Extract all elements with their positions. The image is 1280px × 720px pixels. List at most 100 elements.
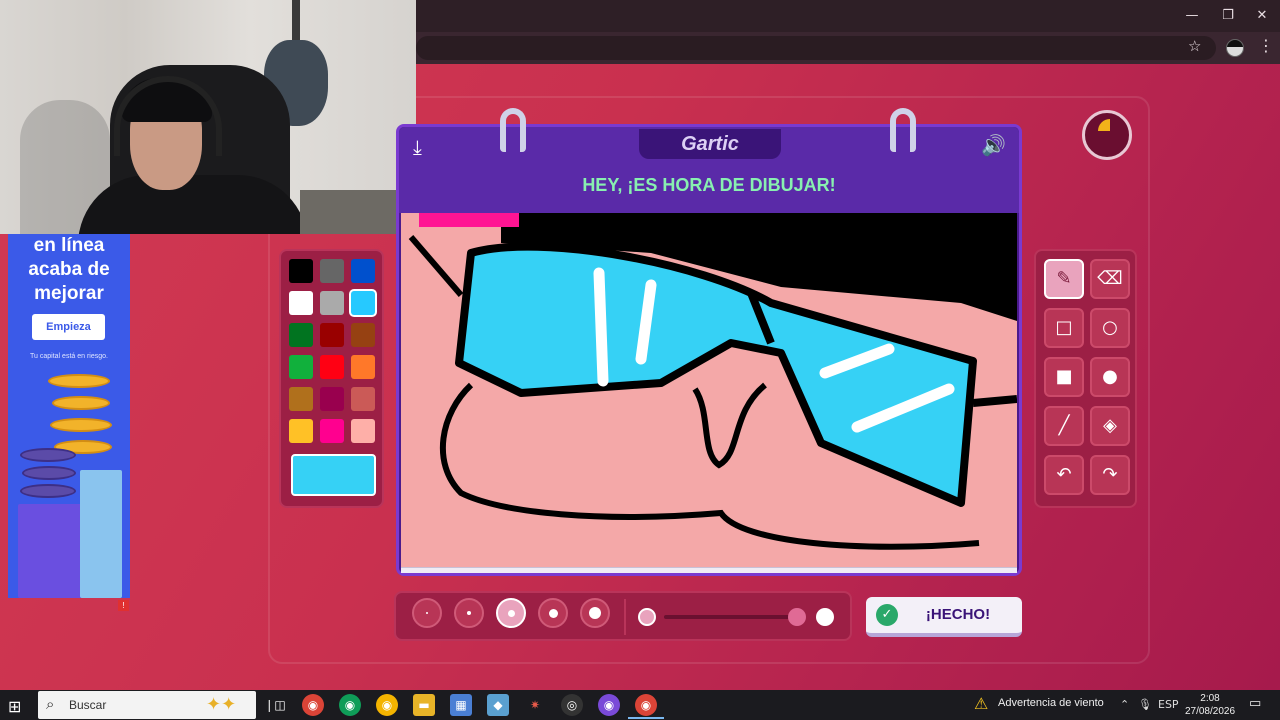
ad-illustration-bar bbox=[18, 504, 82, 598]
clock-date: 27/08/2026 bbox=[1184, 706, 1236, 717]
controls-divider bbox=[624, 599, 626, 635]
system-clock[interactable]: 2:08 27/08/2026 bbox=[1180, 692, 1240, 718]
timer-progress bbox=[1098, 119, 1110, 131]
ellipse-outline-tool-button[interactable]: ○ bbox=[1090, 308, 1130, 348]
color-swatch[interactable] bbox=[289, 419, 313, 443]
brush-controls bbox=[394, 591, 852, 641]
windows-start-icon[interactable]: ⊞ bbox=[8, 697, 21, 716]
brush-size-button[interactable] bbox=[496, 598, 526, 628]
color-swatch[interactable] bbox=[320, 387, 344, 411]
brush-size-dot bbox=[467, 611, 471, 615]
language-indicator[interactable]: ESP bbox=[1158, 698, 1179, 711]
color-swatch[interactable] bbox=[351, 355, 375, 379]
color-swatch[interactable] bbox=[289, 355, 313, 379]
ad-title-line: en línea bbox=[33, 235, 105, 256]
rectangle-filled-tool-button[interactable]: ■ bbox=[1044, 357, 1084, 397]
brush-size-button[interactable] bbox=[538, 598, 568, 628]
color-swatch[interactable] bbox=[289, 323, 313, 347]
profile-avatar[interactable] bbox=[1226, 39, 1244, 57]
color-swatch[interactable] bbox=[351, 259, 375, 283]
coin-icon bbox=[22, 466, 76, 480]
color-swatch[interactable] bbox=[289, 259, 313, 283]
taskbar: ⊞ ⌕ Buscar ✦✦ ❘◫ ◉ ◉ ◉ ▬ ▦ ◆ ✷ ◎ ◉ ◉ ⚠ A… bbox=[0, 690, 1280, 720]
restore-button[interactable]: ❐ bbox=[1214, 6, 1242, 26]
ad-cta-button[interactable]: Empieza bbox=[32, 314, 105, 340]
search-icon: ⌕ bbox=[46, 695, 55, 713]
download-icon[interactable]: ⤓ bbox=[413, 135, 437, 159]
color-swatch[interactable] bbox=[320, 419, 344, 443]
active-app-indicator bbox=[628, 717, 664, 719]
pink-stroke bbox=[419, 213, 519, 227]
line-tool-button[interactable]: ╱ bbox=[1044, 406, 1084, 446]
weather-text[interactable]: Advertencia de viento bbox=[998, 697, 1104, 709]
microphone-icon[interactable]: 🎙 bbox=[1138, 698, 1152, 711]
notebook-ring bbox=[890, 108, 916, 152]
fill-bucket-tool-button[interactable]: ◈ bbox=[1090, 406, 1130, 446]
warning-icon: ⚠ bbox=[974, 694, 989, 713]
brush-size-button[interactable] bbox=[454, 598, 484, 628]
tool-panel: ✎ ⌫ □ ○ ■ ● ╱ ◈ ↶ ↷ bbox=[1034, 249, 1137, 508]
brush-size-group bbox=[402, 598, 616, 634]
browser-menu-icon[interactable]: ⋮ bbox=[1258, 36, 1274, 55]
undo-button[interactable]: ↶ bbox=[1044, 455, 1084, 495]
done-button[interactable]: ✓ ¡HECHO! bbox=[866, 597, 1022, 637]
calculator-icon[interactable]: ▦ bbox=[450, 694, 472, 716]
check-icon: ✓ bbox=[876, 604, 898, 626]
ellipse-filled-tool-button[interactable]: ● bbox=[1090, 357, 1130, 397]
chrome-icon[interactable]: ◉ bbox=[339, 694, 361, 716]
color-swatch[interactable] bbox=[320, 291, 344, 315]
coin-icon bbox=[48, 374, 110, 388]
pencil-tool-button[interactable]: ✎ bbox=[1044, 259, 1084, 299]
address-bar[interactable] bbox=[416, 36, 1216, 60]
ad-title-line: acaba de bbox=[28, 259, 110, 280]
color-swatch[interactable] bbox=[289, 291, 313, 315]
color-swatch[interactable] bbox=[289, 387, 313, 411]
drawing-canvas[interactable] bbox=[401, 213, 1017, 567]
coin-icon bbox=[52, 396, 110, 410]
rectangle-outline-tool-button[interactable]: □ bbox=[1044, 308, 1084, 348]
brush-size-button[interactable] bbox=[580, 598, 610, 628]
opacity-max-knob[interactable] bbox=[816, 608, 834, 626]
color-swatch[interactable] bbox=[320, 323, 344, 347]
file-explorer-icon[interactable]: ▬ bbox=[413, 694, 435, 716]
app-icon[interactable]: ◆ bbox=[487, 694, 509, 716]
sound-icon[interactable]: 🔊 bbox=[981, 133, 1009, 159]
glasses-arm bbox=[972, 395, 1017, 407]
redo-button[interactable]: ↷ bbox=[1090, 455, 1130, 495]
tray-chevron-icon[interactable]: ⌃ bbox=[1120, 698, 1129, 711]
app-icon[interactable]: ◉ bbox=[598, 694, 620, 716]
taskbar-search[interactable]: ⌕ Buscar ✦✦ bbox=[38, 691, 256, 719]
brush-size-dot bbox=[548, 608, 558, 618]
chrome-icon[interactable]: ◉ bbox=[376, 694, 398, 716]
brush-size-button[interactable] bbox=[412, 598, 442, 628]
color-swatch[interactable] bbox=[351, 387, 375, 411]
opacity-slider-handle[interactable] bbox=[788, 608, 806, 626]
bookmark-star-icon[interactable]: ☆ bbox=[1188, 37, 1201, 55]
color-swatch[interactable] bbox=[320, 259, 344, 283]
opacity-min-knob[interactable] bbox=[638, 608, 656, 626]
drawing-strokes bbox=[401, 213, 1017, 567]
done-label: ¡HECHO! bbox=[925, 606, 991, 623]
ad-title-line: mejorar bbox=[34, 283, 104, 304]
color-swatch[interactable] bbox=[351, 419, 375, 443]
close-button[interactable]: ✕ bbox=[1248, 6, 1276, 26]
coin-icon bbox=[20, 484, 76, 498]
opacity-slider-track[interactable] bbox=[664, 615, 798, 619]
current-color-preview bbox=[291, 454, 376, 496]
ad-title: en línea acaba de mejorar bbox=[8, 234, 130, 306]
notification-icon[interactable]: ▭ bbox=[1249, 696, 1261, 711]
app-icon[interactable]: ◎ bbox=[561, 694, 583, 716]
minimize-button[interactable]: — bbox=[1178, 6, 1206, 26]
eraser-tool-button[interactable]: ⌫ bbox=[1090, 259, 1130, 299]
ad-banner[interactable]: en línea acaba de mejorar Empieza Tu cap… bbox=[8, 234, 130, 598]
webcam-overlay bbox=[0, 0, 416, 234]
chrome-icon[interactable]: ◉ bbox=[302, 694, 324, 716]
color-swatch[interactable] bbox=[320, 355, 344, 379]
chrome-icon[interactable]: ◉ bbox=[635, 694, 657, 716]
task-view-icon[interactable]: ❘◫ bbox=[264, 694, 286, 716]
brush-size-dot bbox=[426, 612, 428, 614]
color-swatch[interactable] bbox=[351, 291, 375, 315]
ad-info-icon[interactable]: ! bbox=[118, 600, 129, 611]
color-swatch[interactable] bbox=[351, 323, 375, 347]
app-icon[interactable]: ✷ bbox=[524, 694, 546, 716]
